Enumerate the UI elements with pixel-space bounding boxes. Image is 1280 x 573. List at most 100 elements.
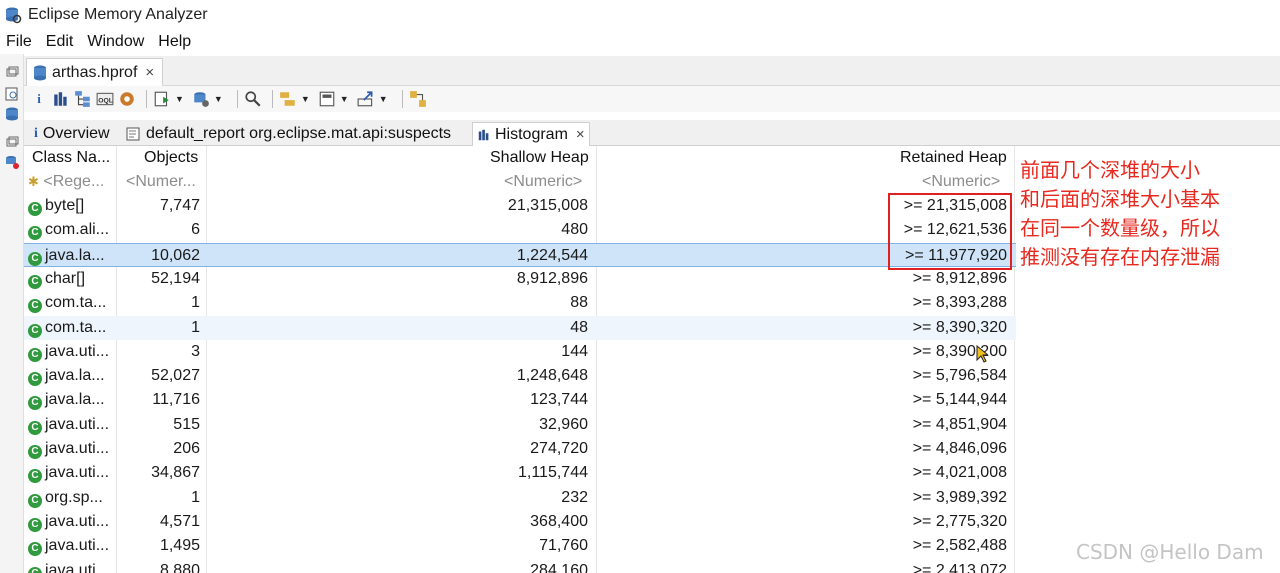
histogram-table: Class Na... Objects Shallow Heap Retaine… (24, 146, 1016, 573)
class-name-text: java.uti... (45, 415, 110, 433)
filter-shallow-heap[interactable]: <Numeric> (504, 170, 582, 194)
search-icon[interactable] (244, 90, 262, 108)
shallow-heap-cell: 274,720 (530, 440, 588, 457)
table-row[interactable]: Cjava.uti... 1,495 71,760 >= 2,582,488 (24, 534, 1016, 558)
inspector-icon[interactable] (4, 86, 20, 102)
mouse-cursor-icon (976, 345, 988, 363)
tab-default-report[interactable]: default_report org.eclipse.mat.api:suspe… (122, 122, 455, 146)
export-icon[interactable] (357, 90, 375, 108)
class-name-text: java.uti... (45, 561, 110, 573)
table-row[interactable]: Ccom.ta... 1 48 >= 8,390,320 (24, 315, 1016, 340)
restore-icon[interactable] (4, 134, 20, 150)
annotation-line: 前面几个深堆的大小 (1020, 158, 1200, 182)
column-header-class-name[interactable]: Class Na... (32, 146, 110, 170)
tab-histogram[interactable]: Histogram × (472, 122, 590, 146)
compare-icon[interactable] (409, 90, 427, 108)
editor-tab-bar: arthas.hprof × (24, 56, 1280, 86)
column-header-shallow-heap[interactable]: Shallow Heap (490, 146, 589, 170)
class-name-text: java.la... (45, 391, 105, 409)
close-icon[interactable]: × (576, 126, 585, 143)
shallow-heap-cell: 480 (561, 221, 588, 239)
group-by-icon[interactable] (279, 90, 297, 108)
column-header-retained-heap[interactable]: Retained Heap (900, 146, 1007, 170)
info-icon: i (34, 126, 38, 141)
class-name-text: byte[] (45, 197, 85, 214)
objects-cell: 1,495 (159, 537, 200, 555)
editor-tab-arthas-hprof[interactable]: arthas.hprof × (26, 58, 164, 86)
dropdown-arrow-icon[interactable]: ▼ (214, 94, 223, 104)
histogram-icon (478, 129, 489, 140)
class-icon: C (28, 347, 42, 362)
heap-dump-overview-icon[interactable] (118, 90, 136, 108)
menu-help[interactable]: Help (158, 33, 191, 51)
class-icon: C (28, 566, 42, 573)
table-row[interactable]: Ccom.ali... 6 480 >= 12,621,536 (24, 218, 1016, 242)
table-row[interactable]: Ccom.ta... 1 88 >= 8,393,288 (24, 291, 1016, 315)
oql-icon[interactable]: OQL (96, 90, 114, 108)
navigation-history-icon[interactable] (4, 154, 20, 170)
menu-file[interactable]: File (6, 33, 32, 51)
objects-cell: 1 (191, 488, 200, 506)
class-name-cell: Cjava.uti... (28, 437, 116, 461)
table-row[interactable]: Cjava.uti... 34,867 1,115,744 >= 4,021,008 (24, 461, 1016, 485)
dropdown-arrow-icon[interactable]: ▼ (301, 94, 310, 104)
regex-filter-icon: ✱ (28, 174, 39, 189)
objects-cell: 1 (191, 318, 200, 336)
calculator-icon[interactable] (318, 90, 336, 108)
dropdown-arrow-icon[interactable]: ▼ (340, 94, 349, 104)
dropdown-arrow-icon[interactable]: ▼ (379, 94, 388, 104)
table-header: Class Na... Objects Shallow Heap Retaine… (24, 146, 1016, 170)
heap-dump-icon (34, 65, 46, 80)
tab-histogram-label: Histogram (495, 125, 568, 143)
class-icon: C (28, 517, 42, 532)
table-row[interactable]: Cjava.la... 10,062 1,224,544 >= 11,977,920 (24, 242, 1016, 267)
menu-edit[interactable]: Edit (46, 33, 74, 51)
table-row[interactable]: Cjava.uti... 8,880 284,160 >= 2,413,072 (24, 559, 1016, 573)
class-icon: C (28, 226, 42, 241)
tab-default-report-label: default_report org.eclipse.mat.api:suspe… (146, 125, 452, 142)
column-header-objects[interactable]: Objects (144, 146, 198, 170)
table-row[interactable]: Cjava.uti... 515 32,960 >= 4,851,904 (24, 413, 1016, 437)
shallow-heap-cell: 284,160 (530, 561, 588, 573)
shallow-heap-cell: 1,115,744 (518, 464, 588, 482)
class-name-text: java.la... (45, 246, 105, 264)
table-row[interactable]: Cjava.uti... 3 144 >= 8,390,200 (24, 340, 1016, 364)
restore-icon[interactable] (4, 64, 20, 80)
annotation-line: 和后面的深堆大小基本 (1020, 187, 1220, 211)
class-icon: C (28, 493, 42, 508)
retained-heap-cell: >= 5,796,584 (912, 367, 1007, 385)
run-report-icon[interactable] (153, 90, 171, 108)
table-row[interactable]: Cjava.la... 11,716 123,744 >= 5,144,944 (24, 388, 1016, 412)
class-name-cell: Cbyte[] (28, 194, 116, 218)
result-tabs: i Overview default_report org.eclipse.ma… (24, 120, 1280, 146)
table-row[interactable]: Cbyte[] 7,747 21,315,008 >= 21,315,008 (24, 194, 1016, 218)
tab-overview[interactable]: i Overview (30, 122, 114, 146)
dominator-tree-icon[interactable] (74, 90, 92, 108)
table-row[interactable]: Corg.sp... 1 232 >= 3,989,392 (24, 486, 1016, 510)
retained-heap-cell: >= 2,413,072 (912, 561, 1007, 573)
filter-class-name[interactable]: ✱ <Rege... (28, 170, 104, 194)
class-name-cell: Ccom.ta... (28, 316, 116, 340)
table-row[interactable]: Cjava.uti... 4,571 368,400 >= 2,775,320 (24, 510, 1016, 534)
heap-dump-icon[interactable] (4, 106, 20, 122)
close-icon[interactable]: × (145, 64, 154, 81)
class-name-cell: Cjava.uti... (28, 461, 116, 485)
svg-text:OQL: OQL (98, 97, 113, 104)
menu-window[interactable]: Window (87, 33, 144, 51)
filter-objects[interactable]: <Numer... (126, 170, 196, 194)
query-browser-icon[interactable] (192, 90, 210, 108)
annotation-line: 在同一个数量级，所以 (1020, 216, 1220, 240)
histogram-icon[interactable] (52, 90, 70, 108)
objects-cell: 4,571 (159, 512, 200, 530)
table-row[interactable]: Cjava.uti... 206 274,720 >= 4,846,096 (24, 437, 1016, 461)
table-row[interactable]: Cchar[] 52,194 8,912,896 >= 8,912,896 (24, 267, 1016, 291)
filter-retained-heap[interactable]: <Numeric> (922, 170, 1000, 194)
info-icon[interactable]: i (30, 90, 48, 108)
class-icon: C (28, 542, 42, 557)
objects-cell: 11,716 (152, 391, 200, 409)
class-name-text: org.sp... (45, 488, 103, 506)
class-name-text: com.ali... (45, 221, 110, 239)
dropdown-arrow-icon[interactable]: ▼ (175, 94, 184, 104)
objects-cell: 8,880 (159, 561, 200, 573)
table-row[interactable]: Cjava.la... 52,027 1,248,648 >= 5,796,584 (24, 364, 1016, 388)
